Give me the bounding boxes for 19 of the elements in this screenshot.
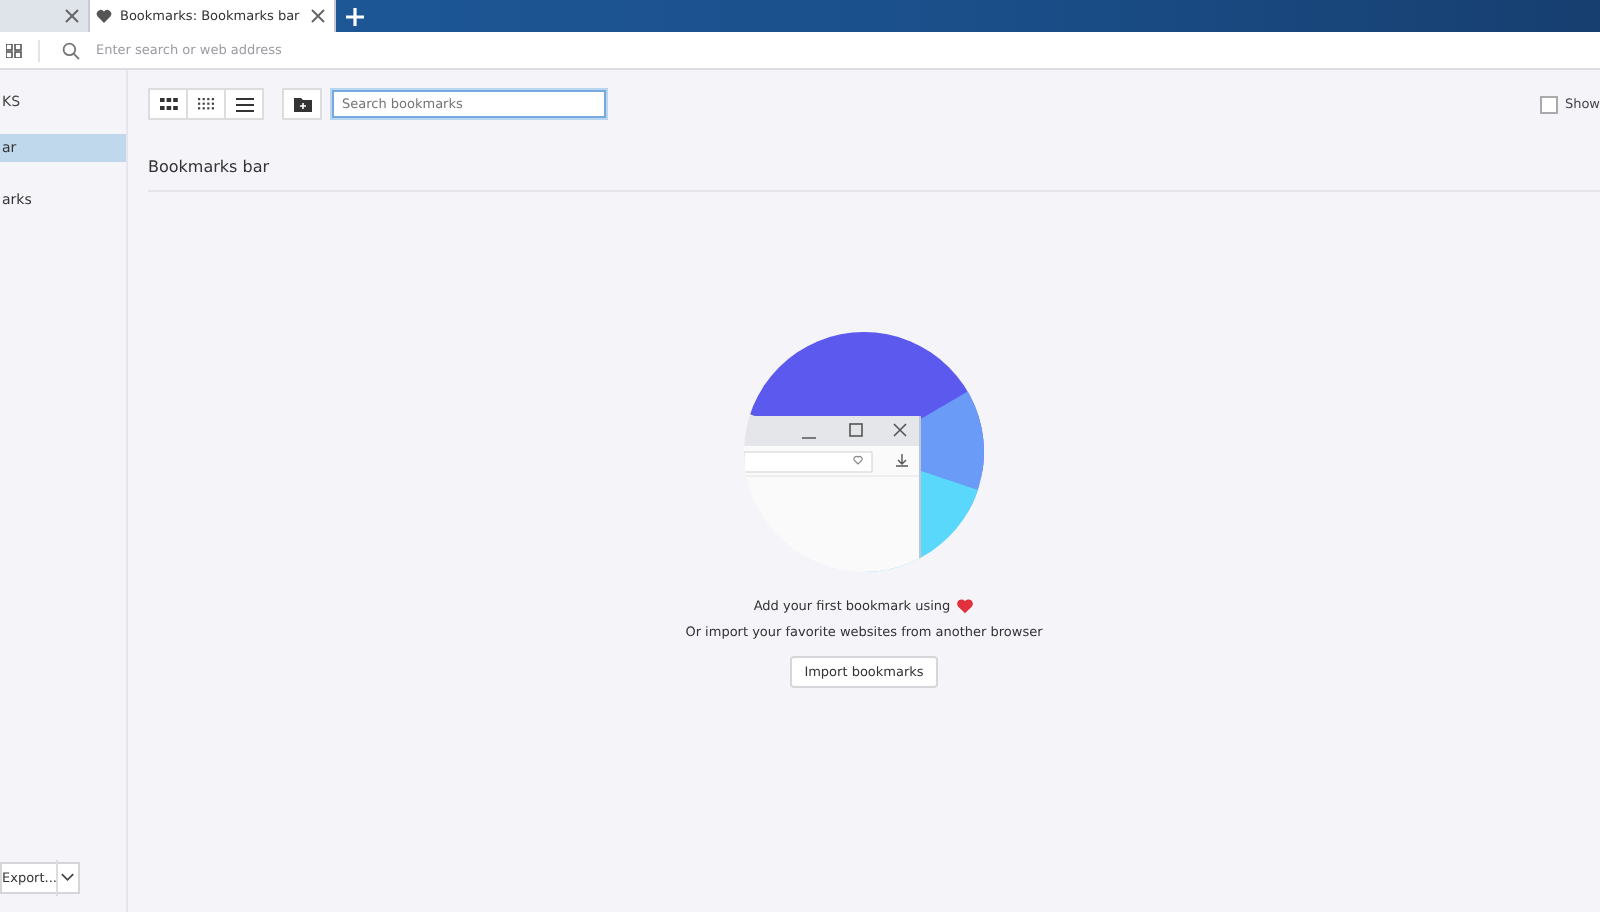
view-button[interactable] <box>186 88 226 120</box>
grid-icon[interactable] <box>6 43 22 57</box>
heart-icon <box>956 598 975 614</box>
close-icon[interactable] <box>62 6 82 26</box>
plus-icon[interactable] <box>345 7 364 25</box>
close-icon[interactable] <box>307 6 328 26</box>
chevron-down-icon <box>56 860 78 896</box>
view-button[interactable] <box>148 88 188 120</box>
checkbox[interactable] <box>1540 95 1559 113</box>
new-folder-button[interactable] <box>282 88 322 120</box>
browser-tab[interactable] <box>0 0 90 32</box>
heart-icon <box>96 8 112 24</box>
list-icon <box>235 97 253 111</box>
folder-icon <box>293 97 311 111</box>
small-grid-icon <box>198 98 214 110</box>
search-icon <box>62 41 80 59</box>
large-grid-icon <box>159 98 177 110</box>
view-button[interactable] <box>224 88 264 120</box>
folder-title: Bookmarks bar <box>148 158 272 176</box>
